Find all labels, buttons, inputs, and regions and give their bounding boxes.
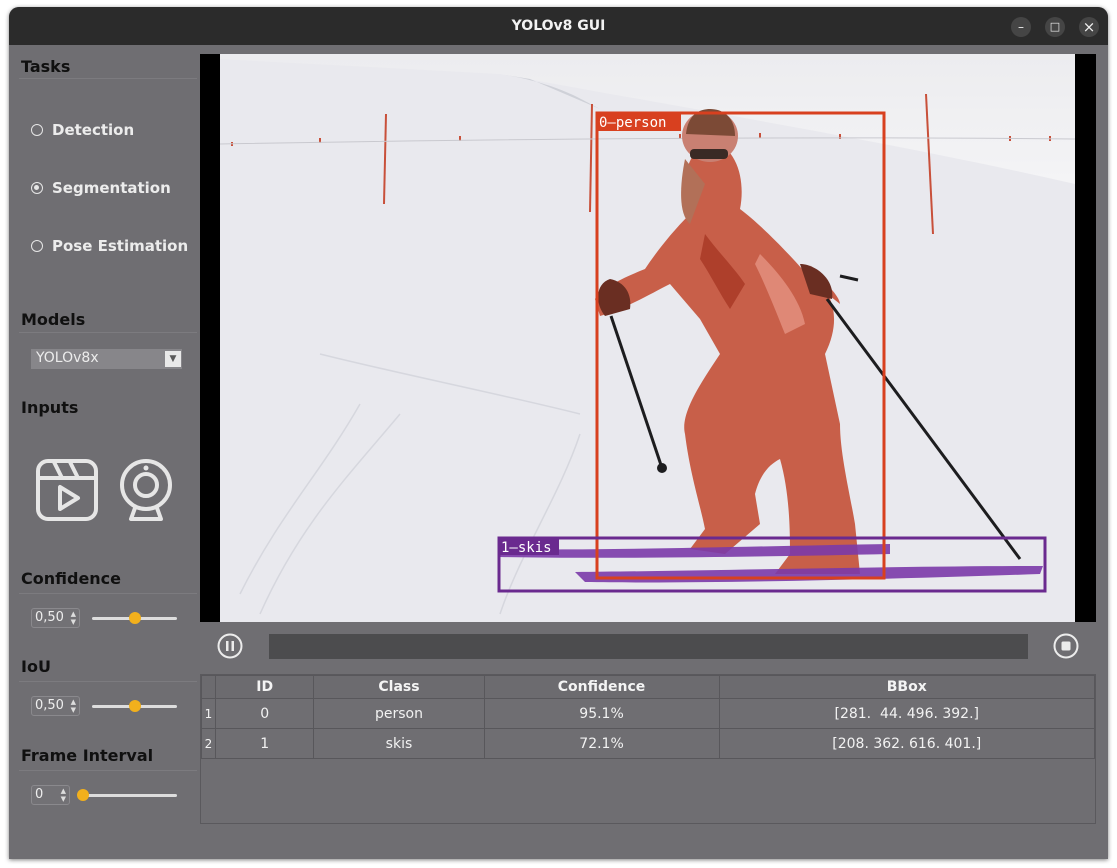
confidence-spinbox[interactable]: 0,50 ▲ ▼: [31, 608, 80, 628]
title-bar: YOLOv8 GUI – □ ×: [9, 7, 1108, 45]
confidence-heading: Confidence: [21, 569, 122, 588]
cell-confidence[interactable]: 72.1%: [483, 728, 720, 759]
row-number[interactable]: 1: [201, 698, 216, 729]
cell-id[interactable]: 1: [214, 728, 315, 759]
cell-bbox[interactable]: [281. 44. 496. 392.]: [718, 698, 1096, 729]
chevron-down-icon[interactable]: ▼: [165, 351, 181, 367]
spin-arrows-icon[interactable]: ▲ ▼: [61, 787, 66, 803]
divider: [19, 593, 197, 594]
frame-interval-value: 0: [35, 787, 44, 802]
person-label: 0—person: [599, 115, 666, 131]
frame-interval-heading: Frame Interval: [21, 746, 154, 765]
iou-slider-handle[interactable]: [128, 700, 141, 712]
column-header-class[interactable]: Class: [313, 675, 485, 699]
confidence-slider-handle[interactable]: [128, 612, 141, 624]
spin-arrows-icon[interactable]: ▲ ▼: [71, 698, 76, 714]
radio-pose-estimation[interactable]: Pose Estimation: [31, 235, 188, 257]
frame-interval-spinbox[interactable]: 0 ▲ ▼: [31, 785, 70, 805]
model-select[interactable]: YOLOv8x ▼: [31, 349, 182, 369]
radio-segmentation[interactable]: Segmentation: [31, 177, 171, 199]
confidence-value: 0,50: [35, 610, 64, 625]
table-row[interactable]: 2 1 skis 72.1% [208. 362. 616. 401.]: [201, 728, 1096, 759]
radio-indicator-selected: [31, 182, 43, 194]
playback-progress-bar[interactable]: [269, 634, 1028, 659]
column-header-confidence[interactable]: Confidence: [483, 675, 720, 699]
iou-value: 0,50: [35, 698, 64, 713]
table-row[interactable]: 1 0 person 95.1% [281. 44. 496. 392.]: [201, 698, 1096, 729]
app-window: YOLOv8 GUI – □ × Tasks Detection Segment…: [9, 7, 1108, 859]
spin-arrows-icon[interactable]: ▲ ▼: [71, 610, 76, 626]
cell-bbox[interactable]: [208. 362. 616. 401.]: [718, 728, 1096, 759]
radio-label: Segmentation: [52, 179, 171, 197]
divider: [19, 332, 197, 333]
webcam-icon[interactable]: [117, 457, 175, 523]
divider: [19, 681, 197, 682]
pause-icon[interactable]: [217, 633, 243, 659]
radio-detection[interactable]: Detection: [31, 119, 134, 141]
video-file-icon[interactable]: [35, 458, 99, 522]
column-header-id[interactable]: ID: [214, 675, 315, 699]
divider: [19, 78, 197, 79]
divider: [19, 770, 197, 771]
cell-class[interactable]: skis: [313, 728, 485, 759]
radio-indicator: [31, 240, 43, 252]
corner-cell[interactable]: [201, 675, 216, 699]
maximize-button[interactable]: □: [1045, 17, 1065, 37]
cell-class[interactable]: person: [313, 698, 485, 729]
cell-confidence[interactable]: 95.1%: [483, 698, 720, 729]
inputs-heading: Inputs: [21, 398, 79, 417]
results-table: ID Class Confidence BBox 1 0 person 95.1…: [200, 674, 1096, 824]
stop-icon[interactable]: [1053, 633, 1079, 659]
minimize-button[interactable]: –: [1011, 17, 1031, 37]
table-header-row: ID Class Confidence BBox: [201, 675, 1096, 699]
frame-interval-slider[interactable]: [79, 794, 177, 797]
radio-label: Detection: [52, 121, 135, 139]
models-heading: Models: [21, 310, 86, 329]
column-header-bbox[interactable]: BBox: [718, 675, 1096, 699]
row-number[interactable]: 2: [201, 728, 216, 759]
frame-interval-slider-handle[interactable]: [77, 789, 89, 801]
tasks-heading: Tasks: [21, 57, 71, 76]
cell-id[interactable]: 0: [214, 698, 315, 729]
iou-heading: IoU: [21, 657, 51, 676]
iou-spinbox[interactable]: 0,50 ▲ ▼: [31, 696, 80, 716]
close-button[interactable]: ×: [1079, 17, 1099, 37]
window-title: YOLOv8 GUI: [511, 18, 606, 34]
radio-label: Pose Estimation: [52, 237, 189, 255]
video-viewer: 0—person 1—skis: [200, 54, 1096, 622]
model-select-value: YOLOv8x: [36, 350, 99, 366]
radio-indicator: [31, 124, 43, 136]
sidebar: Tasks Detection Segmentation Pose Estima…: [9, 45, 200, 859]
skis-label: 1—skis: [501, 540, 552, 556]
frame-image: 0—person 1—skis: [200, 54, 1096, 622]
